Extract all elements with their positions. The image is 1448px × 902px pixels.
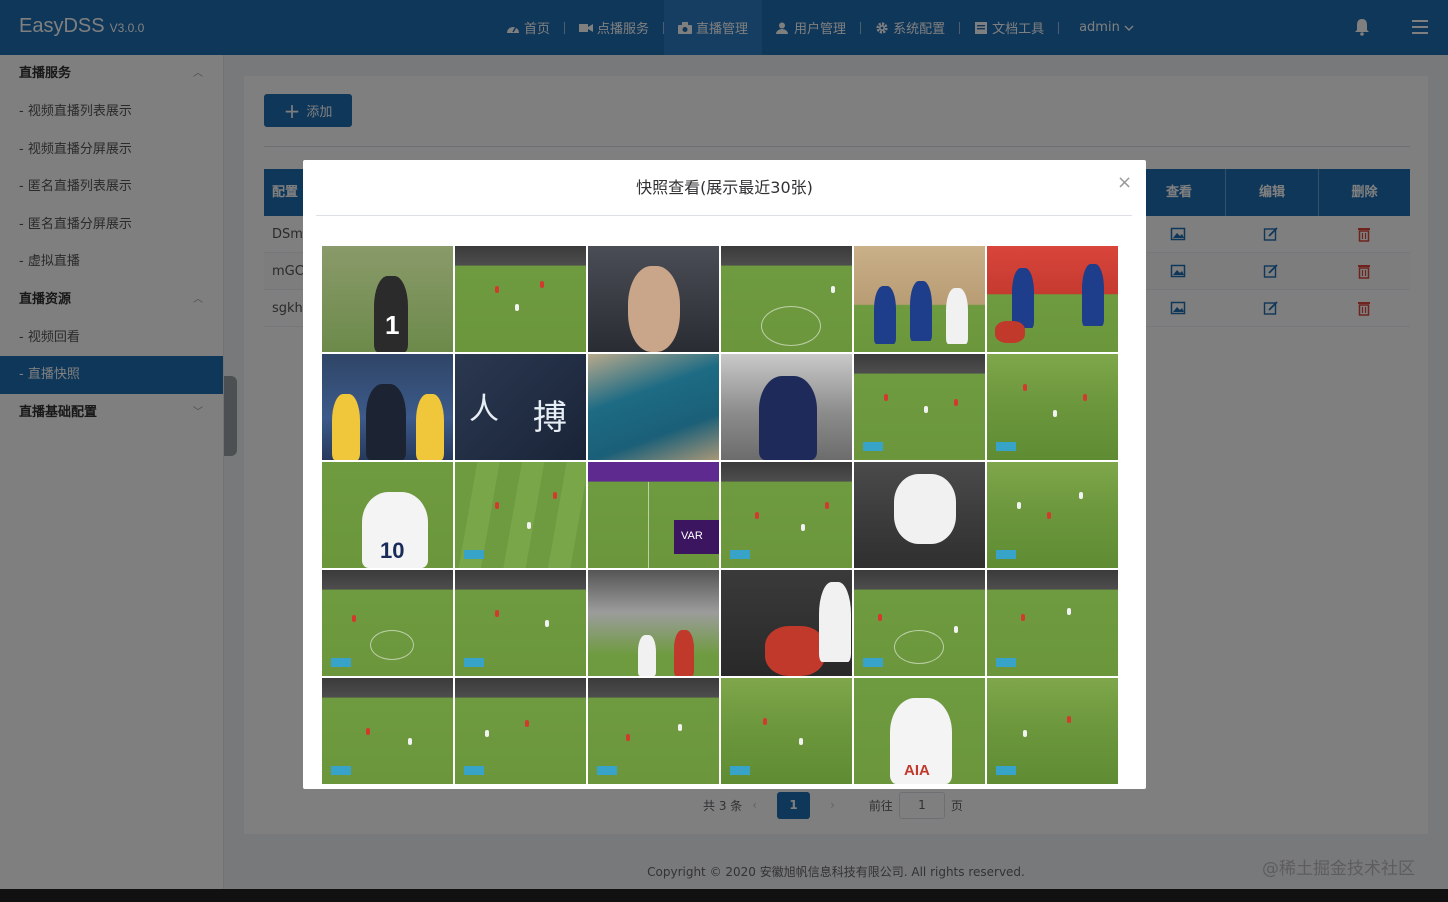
snapshot-modal: 快照查看(展示最近30张) × 1 人 搏 10 VAR AIA bbox=[303, 160, 1146, 789]
snapshot-thumbnail[interactable] bbox=[588, 570, 719, 676]
snapshot-thumbnail[interactable]: 1 bbox=[322, 246, 453, 352]
close-icon[interactable]: × bbox=[1117, 172, 1132, 193]
snapshot-thumbnail[interactable] bbox=[987, 570, 1118, 676]
snapshot-thumbnail[interactable] bbox=[322, 678, 453, 784]
snapshot-thumbnail[interactable]: 10 bbox=[322, 462, 453, 568]
modal-title: 快照查看(展示最近30张) bbox=[636, 178, 813, 197]
snapshot-thumbnail[interactable] bbox=[854, 354, 985, 460]
snapshot-thumbnail[interactable] bbox=[588, 246, 719, 352]
snapshot-grid: 1 人 搏 10 VAR AIA bbox=[322, 246, 1120, 784]
snapshot-thumbnail[interactable] bbox=[721, 570, 852, 676]
snapshot-thumbnail[interactable] bbox=[588, 354, 719, 460]
snapshot-thumbnail[interactable] bbox=[322, 570, 453, 676]
snapshot-thumbnail[interactable]: AIA bbox=[854, 678, 985, 784]
snapshot-thumbnail[interactable] bbox=[987, 246, 1118, 352]
snapshot-thumbnail[interactable] bbox=[455, 678, 586, 784]
snapshot-thumbnail[interactable] bbox=[721, 354, 852, 460]
snapshot-thumbnail[interactable] bbox=[987, 678, 1118, 784]
snapshot-thumbnail[interactable] bbox=[721, 678, 852, 784]
snapshot-thumbnail[interactable]: VAR bbox=[588, 462, 719, 568]
modal-divider bbox=[316, 215, 1132, 216]
snapshot-thumbnail[interactable] bbox=[987, 354, 1118, 460]
snapshot-thumbnail[interactable] bbox=[455, 570, 586, 676]
snapshot-thumbnail[interactable] bbox=[455, 462, 586, 568]
snapshot-thumbnail[interactable] bbox=[322, 354, 453, 460]
snapshot-thumbnail[interactable] bbox=[854, 246, 985, 352]
snapshot-thumbnail[interactable] bbox=[854, 570, 985, 676]
snapshot-thumbnail[interactable] bbox=[721, 462, 852, 568]
snapshot-thumbnail[interactable] bbox=[854, 462, 985, 568]
snapshot-thumbnail[interactable] bbox=[987, 462, 1118, 568]
snapshot-thumbnail[interactable]: 人 搏 bbox=[455, 354, 586, 460]
snapshot-thumbnail[interactable] bbox=[721, 246, 852, 352]
snapshot-thumbnail[interactable] bbox=[588, 678, 719, 784]
snapshot-thumbnail[interactable] bbox=[455, 246, 586, 352]
